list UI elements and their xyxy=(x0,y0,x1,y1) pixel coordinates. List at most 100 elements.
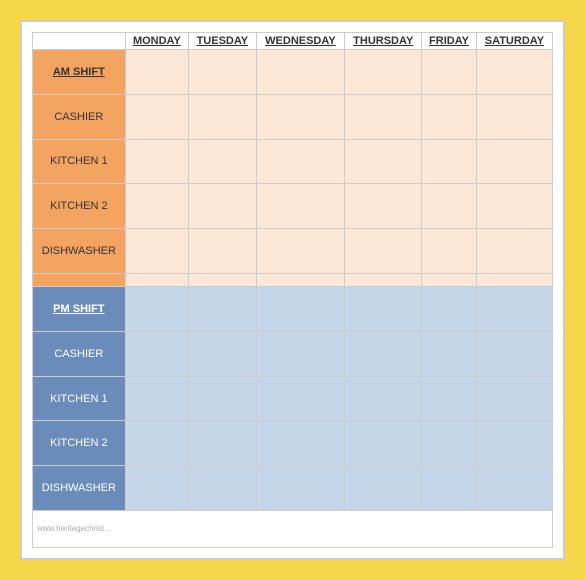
pm-shift-wed[interactable] xyxy=(256,287,345,332)
am-shift-tue[interactable] xyxy=(189,50,257,95)
header-monday: MONDAY xyxy=(125,33,188,50)
header-saturday: SATURDAY xyxy=(476,33,552,50)
pm-dishwasher-thu[interactable] xyxy=(345,466,422,511)
header-thursday: THURSDAY xyxy=(345,33,422,50)
am-kitchen2-mon[interactable] xyxy=(125,184,188,229)
am-cashier-label: CASHIER xyxy=(33,94,126,139)
pm-kitchen1-label: KITCHEN 1 xyxy=(33,376,126,421)
am-shift-mon[interactable] xyxy=(125,50,188,95)
am-dishwasher-sat[interactable] xyxy=(476,229,552,274)
pm-shift-mon[interactable] xyxy=(125,287,188,332)
am-kitchen2-row: KITCHEN 2 xyxy=(33,184,553,229)
am-kitchen1-mon[interactable] xyxy=(125,139,188,184)
watermark-text: www.heritagechrist... xyxy=(33,510,553,547)
am-shift-wed[interactable] xyxy=(256,50,345,95)
pm-shift-fri[interactable] xyxy=(422,287,477,332)
am-dishwasher-mon[interactable] xyxy=(125,229,188,274)
pm-cashier-tue[interactable] xyxy=(189,331,257,376)
am-shift-label: AM SHIFT xyxy=(33,50,126,95)
pm-kitchen2-fri[interactable] xyxy=(422,421,477,466)
pm-kitchen2-label: KITCHEN 2 xyxy=(33,421,126,466)
am-empty-mon[interactable] xyxy=(125,273,188,286)
pm-cashier-thu[interactable] xyxy=(345,331,422,376)
pm-kitchen2-sat[interactable] xyxy=(476,421,552,466)
pm-shift-sat[interactable] xyxy=(476,287,552,332)
am-kitchen2-tue[interactable] xyxy=(189,184,257,229)
am-empty-wed[interactable] xyxy=(256,273,345,286)
pm-kitchen2-tue[interactable] xyxy=(189,421,257,466)
pm-shift-row: PM SHIFT xyxy=(33,287,553,332)
pm-kitchen2-wed[interactable] xyxy=(256,421,345,466)
am-dishwasher-label: DISHWASHER xyxy=(33,229,126,274)
pm-cashier-sat[interactable] xyxy=(476,331,552,376)
am-empty-row xyxy=(33,273,553,286)
am-cashier-thu[interactable] xyxy=(345,94,422,139)
am-kitchen1-label: KITCHEN 1 xyxy=(33,139,126,184)
am-empty-tue[interactable] xyxy=(189,273,257,286)
am-empty-fri[interactable] xyxy=(422,273,477,286)
header-wednesday: WEDNESDAY xyxy=(256,33,345,50)
header-tuesday: TUESDAY xyxy=(189,33,257,50)
am-dishwasher-fri[interactable] xyxy=(422,229,477,274)
am-kitchen2-label: KITCHEN 2 xyxy=(33,184,126,229)
pm-cashier-label: CASHIER xyxy=(33,331,126,376)
am-shift-sat[interactable] xyxy=(476,50,552,95)
pm-kitchen1-fri[interactable] xyxy=(422,376,477,421)
am-shift-row: AM SHIFT xyxy=(33,50,553,95)
pm-kitchen1-mon[interactable] xyxy=(125,376,188,421)
am-kitchen1-wed[interactable] xyxy=(256,139,345,184)
pm-dishwasher-label: DISHWASHER xyxy=(33,466,126,511)
am-dishwasher-wed[interactable] xyxy=(256,229,345,274)
am-empty-thu[interactable] xyxy=(345,273,422,286)
am-kitchen1-row: KITCHEN 1 xyxy=(33,139,553,184)
am-kitchen1-thu[interactable] xyxy=(345,139,422,184)
pm-cashier-mon[interactable] xyxy=(125,331,188,376)
pm-cashier-wed[interactable] xyxy=(256,331,345,376)
pm-kitchen1-wed[interactable] xyxy=(256,376,345,421)
am-empty-sat[interactable] xyxy=(476,273,552,286)
pm-kitchen2-thu[interactable] xyxy=(345,421,422,466)
pm-shift-tue[interactable] xyxy=(189,287,257,332)
am-kitchen2-thu[interactable] xyxy=(345,184,422,229)
pm-cashier-fri[interactable] xyxy=(422,331,477,376)
am-kitchen1-sat[interactable] xyxy=(476,139,552,184)
am-kitchen2-sat[interactable] xyxy=(476,184,552,229)
header-empty xyxy=(33,33,126,50)
pm-kitchen1-thu[interactable] xyxy=(345,376,422,421)
am-dishwasher-thu[interactable] xyxy=(345,229,422,274)
am-cashier-tue[interactable] xyxy=(189,94,257,139)
pm-kitchen1-tue[interactable] xyxy=(189,376,257,421)
pm-dishwasher-sat[interactable] xyxy=(476,466,552,511)
am-empty-label xyxy=(33,273,126,286)
pm-dishwasher-wed[interactable] xyxy=(256,466,345,511)
pm-shift-thu[interactable] xyxy=(345,287,422,332)
am-kitchen2-wed[interactable] xyxy=(256,184,345,229)
watermark-row: www.heritagechrist... xyxy=(33,510,553,547)
pm-dishwasher-mon[interactable] xyxy=(125,466,188,511)
am-kitchen2-fri[interactable] xyxy=(422,184,477,229)
am-shift-thu[interactable] xyxy=(345,50,422,95)
pm-kitchen2-mon[interactable] xyxy=(125,421,188,466)
pm-kitchen1-row: KITCHEN 1 xyxy=(33,376,553,421)
pm-dishwasher-tue[interactable] xyxy=(189,466,257,511)
am-cashier-sat[interactable] xyxy=(476,94,552,139)
am-dishwasher-row: DISHWASHER xyxy=(33,229,553,274)
am-cashier-wed[interactable] xyxy=(256,94,345,139)
pm-shift-label: PM SHIFT xyxy=(33,287,126,332)
am-cashier-row: CASHIER xyxy=(33,94,553,139)
pm-dishwasher-fri[interactable] xyxy=(422,466,477,511)
pm-cashier-row: CASHIER xyxy=(33,331,553,376)
schedule-table: MONDAY TUESDAY WEDNESDAY THURSDAY FRIDAY… xyxy=(32,32,553,548)
am-shift-fri[interactable] xyxy=(422,50,477,95)
pm-kitchen1-sat[interactable] xyxy=(476,376,552,421)
pm-kitchen2-row: KITCHEN 2 xyxy=(33,421,553,466)
am-dishwasher-tue[interactable] xyxy=(189,229,257,274)
am-cashier-fri[interactable] xyxy=(422,94,477,139)
am-kitchen1-fri[interactable] xyxy=(422,139,477,184)
schedule-container: MONDAY TUESDAY WEDNESDAY THURSDAY FRIDAY… xyxy=(20,20,565,560)
header-friday: FRIDAY xyxy=(422,33,477,50)
pm-dishwasher-row: DISHWASHER xyxy=(33,466,553,511)
header-row: MONDAY TUESDAY WEDNESDAY THURSDAY FRIDAY… xyxy=(33,33,553,50)
am-cashier-mon[interactable] xyxy=(125,94,188,139)
am-kitchen1-tue[interactable] xyxy=(189,139,257,184)
